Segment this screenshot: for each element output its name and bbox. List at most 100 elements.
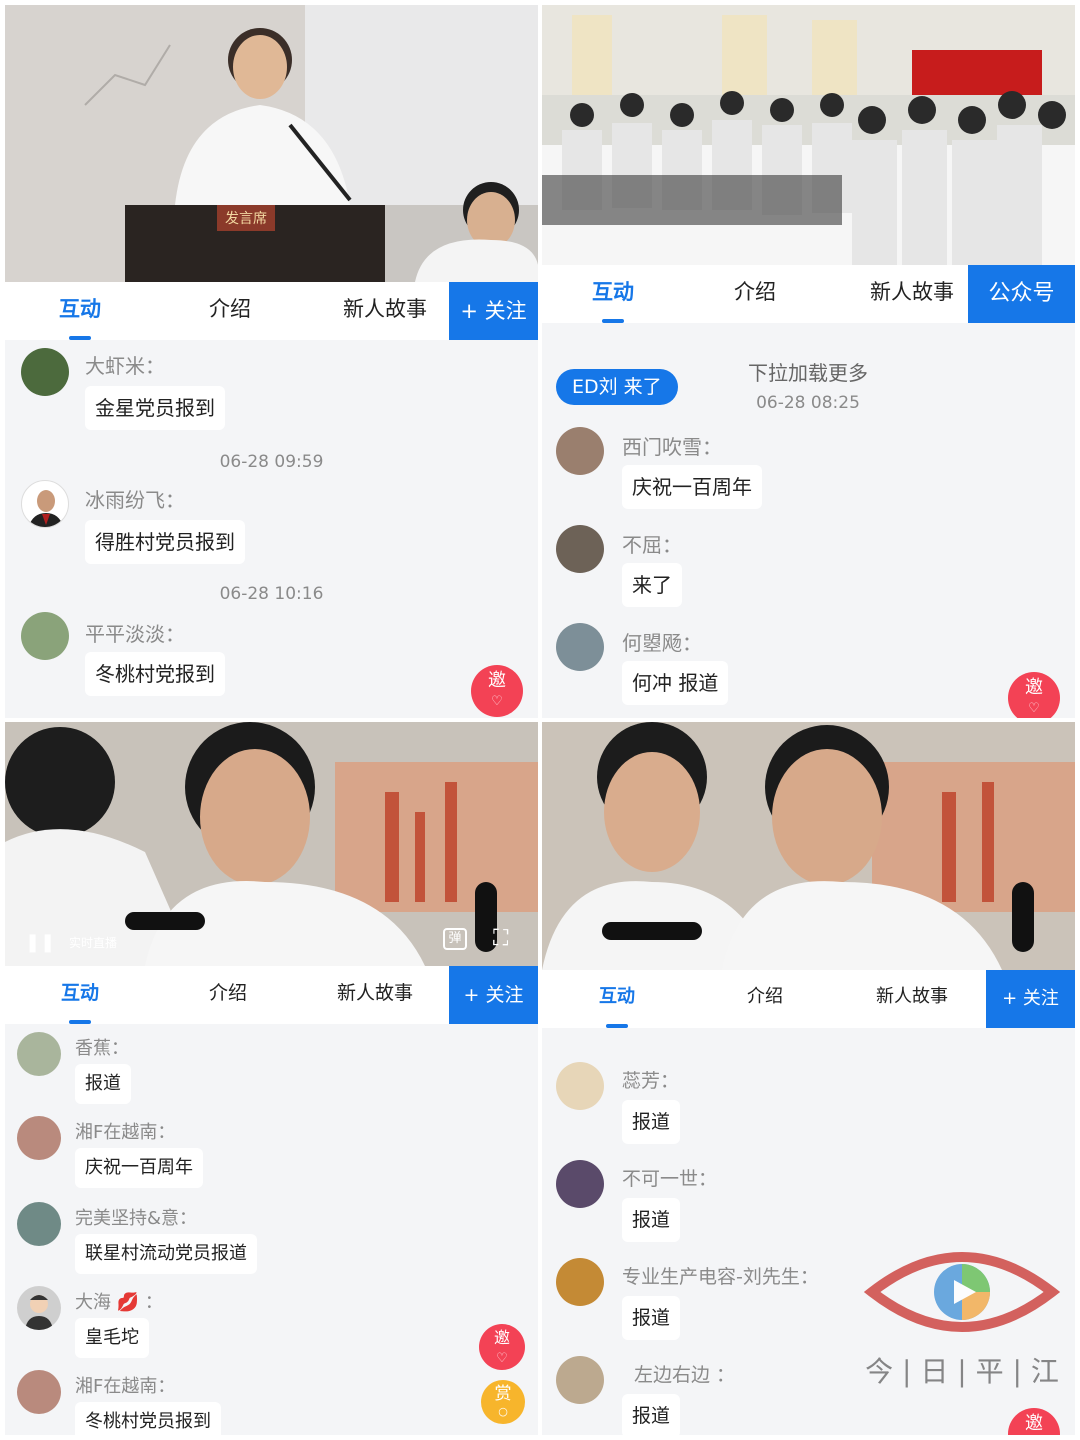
tab-newcomer-stories[interactable]: 新人故事 [842, 265, 982, 323]
username[interactable]: 蕊芳： [622, 1066, 679, 1093]
eye-logo-icon [863, 1252, 1061, 1332]
username[interactable]: 何曌飏： [622, 627, 702, 656]
fullscreen-icon[interactable]: ⛶ [493, 926, 508, 951]
username[interactable]: 不屈： [622, 529, 682, 558]
avatar-portrait [28, 490, 64, 527]
username[interactable]: 大海 💋 ： [75, 1288, 163, 1314]
username[interactable]: 专业生产电容-刘先生： [622, 1262, 819, 1289]
username[interactable]: 完美坚持&意： [75, 1204, 197, 1230]
invite-button[interactable]: 邀♡ [1008, 672, 1060, 718]
message-bubble: 联星村流动党员报道 [75, 1234, 257, 1274]
user-avatar[interactable] [21, 612, 69, 660]
video-frame [542, 5, 1075, 265]
video-player[interactable]: ❚❚ 实时直播 弹 ⛶ [5, 722, 538, 966]
message-bubble: 庆祝一百周年 [622, 465, 762, 509]
tab-intro[interactable]: 介绍 [710, 970, 820, 1028]
tab-intro[interactable]: 介绍 [173, 966, 283, 1024]
user-avatar[interactable] [556, 1258, 604, 1306]
user-avatar[interactable] [21, 480, 69, 528]
live-panel-3: ❚❚ 实时直播 弹 ⛶ 互动 介绍 新人故事 + 关注 香蕉： 报道 湘F在越南… [5, 722, 538, 1435]
username[interactable]: 香蕉： [75, 1034, 129, 1060]
message-bubble: 何冲 报道 [622, 661, 729, 705]
user-avatar[interactable] [21, 348, 69, 396]
message-bubble: 得胜村党员报到 [85, 520, 245, 564]
video-player[interactable] [542, 722, 1075, 970]
tab-intro[interactable]: 介绍 [175, 282, 285, 340]
user-avatar[interactable] [17, 1032, 61, 1076]
tab-interaction[interactable]: 互动 [558, 265, 668, 323]
user-avatar[interactable] [17, 1370, 61, 1414]
username[interactable]: 西门吹雪： [622, 431, 722, 460]
user-avatar[interactable] [17, 1286, 61, 1330]
message-bubble: 冬桃村党报到 [85, 652, 225, 696]
tab-bar: 互动 介绍 新人故事 + 关注 [5, 966, 538, 1024]
live-panel-1: 发言席 互动 介绍 新人故事 + 关注 大虾米： 金星党员报到 06-28 09… [5, 5, 538, 718]
username[interactable]: 左边右边 ： [634, 1360, 735, 1387]
message-bubble: 报道 [75, 1064, 131, 1104]
chat-list[interactable]: 大虾米： 金星党员报到 06-28 09:59 冰雨纷飞： 得胜村党员报到 06… [5, 340, 538, 718]
username[interactable]: 大虾米： [85, 350, 165, 379]
user-avatar[interactable] [556, 623, 604, 671]
follow-button[interactable]: + 关注 [449, 282, 538, 340]
pause-icon[interactable]: ❚❚ [25, 932, 55, 953]
message-bubble: 报道 [622, 1198, 681, 1242]
tab-bar: 互动 介绍 新人故事 + 关注 [542, 970, 1075, 1028]
username[interactable]: 平平淡淡： [85, 618, 185, 647]
live-label: 实时直播 [69, 936, 118, 950]
user-avatar[interactable] [556, 427, 604, 475]
live-panel-2: 互动 介绍 新人故事 公众号 下拉加载更多 ED刘 来了 06-28 08:25… [542, 5, 1075, 718]
timestamp: 06-28 08:25 [756, 393, 860, 413]
join-notice: ED刘 来了 [556, 369, 678, 405]
username[interactable]: 湘F在越南： [75, 1372, 175, 1398]
tab-intro[interactable]: 介绍 [700, 265, 810, 323]
pull-to-load-hint: 下拉加载更多 [748, 361, 868, 385]
official-account-button[interactable]: 公众号 [968, 265, 1075, 323]
message-bubble: 庆祝一百周年 [75, 1148, 203, 1188]
message-bubble: 来了 [622, 563, 682, 607]
username[interactable]: 湘F在越南： [75, 1118, 175, 1144]
follow-button[interactable]: + 关注 [449, 966, 538, 1024]
user-avatar[interactable] [556, 1062, 604, 1110]
username[interactable]: 不可一世： [622, 1164, 717, 1191]
brand-name: 今 | 日 | 平 | 江 [865, 1355, 1059, 1388]
user-avatar[interactable] [17, 1202, 61, 1246]
video-player[interactable] [542, 5, 1075, 265]
tab-interaction[interactable]: 互动 [25, 966, 135, 1024]
avatar-cartoon [25, 1295, 53, 1330]
message-bubble: 报道 [622, 1100, 681, 1144]
heart-icon: ♡ [491, 694, 503, 709]
video-player[interactable]: 发言席 [5, 5, 538, 282]
follow-button[interactable]: + 关注 [986, 970, 1075, 1028]
user-avatar[interactable] [556, 1160, 604, 1208]
live-panel-4: 互动 介绍 新人故事 + 关注 蕊芳： 报道 不可一世： 报道 专业生产电容-刘… [542, 722, 1075, 1435]
user-avatar[interactable] [556, 1356, 604, 1404]
lips-icon: 💋 [116, 1292, 140, 1313]
tab-newcomer-stories[interactable]: 新人故事 [842, 970, 982, 1028]
user-avatar[interactable] [17, 1116, 61, 1160]
brand-watermark: 今 | 日 | 平 | 江 [862, 1242, 1062, 1402]
invite-button[interactable]: 邀♡ [479, 1324, 525, 1370]
podium-sign: 发言席 [225, 211, 267, 227]
tab-interaction[interactable]: 互动 [562, 970, 672, 1028]
tab-newcomer-stories[interactable]: 新人故事 [315, 282, 455, 340]
chat-list[interactable]: 香蕉： 报道 湘F在越南： 庆祝一百周年 完美坚持&意： 联星村流动党员报道 大… [5, 1024, 538, 1435]
message-bubble: 皇毛坨 [75, 1318, 149, 1358]
tab-bar: 互动 介绍 新人故事 + 关注 [5, 282, 538, 340]
username[interactable]: 冰雨纷飞： [85, 484, 185, 513]
reward-button[interactable]: 赏 ○ [481, 1380, 525, 1424]
tab-bar: 互动 介绍 新人故事 公众号 [542, 265, 1075, 323]
heart-icon: ♡ [1028, 701, 1040, 716]
chat-list[interactable]: 下拉加载更多 ED刘 来了 06-28 08:25 西门吹雪： 庆祝一百周年 不… [542, 323, 1075, 718]
timestamp: 06-28 09:59 [219, 452, 324, 472]
message-bubble: 冬桃村党员报到 [75, 1402, 221, 1435]
tab-interaction[interactable]: 互动 [25, 282, 135, 340]
invite-button[interactable]: 邀♡ [471, 665, 523, 717]
coin-icon: ○ [498, 1405, 508, 1418]
video-frame: 发言席 [5, 5, 538, 282]
danmaku-toggle-icon[interactable]: 弹 [443, 928, 467, 950]
user-avatar[interactable] [556, 525, 604, 573]
message-bubble: 报道 [622, 1296, 681, 1340]
tab-newcomer-stories[interactable]: 新人故事 [305, 966, 445, 1024]
timestamp: 06-28 10:16 [219, 584, 324, 604]
message-bubble: 报道 [622, 1394, 681, 1435]
